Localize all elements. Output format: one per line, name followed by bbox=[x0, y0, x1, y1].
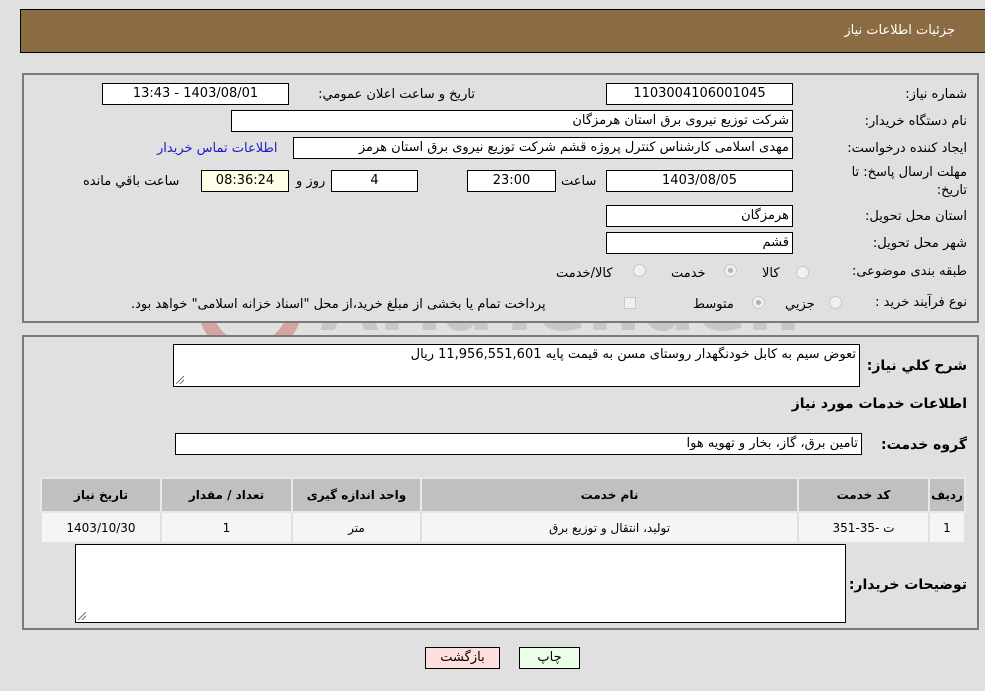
print-button[interactable]: چاپ bbox=[519, 647, 580, 669]
creator-label: ایجاد کننده درخواست: bbox=[847, 141, 967, 156]
table-header-row: ردیف کد خدمت نام خدمت واحد اندازه گیری ت… bbox=[40, 477, 966, 513]
category-option-goods-service: کالا/خدمت bbox=[556, 266, 613, 281]
table-row: 1 ت -35-351 تولید، انتقال و توزیع برق مت… bbox=[40, 511, 966, 544]
buyer-notes-label: توضیحات خریدار: bbox=[848, 577, 967, 593]
cell-service-name: تولید، انتقال و توزیع برق bbox=[420, 511, 799, 544]
creator-field: مهدی اسلامی کارشناس کنترل پروژه قشم شرکت… bbox=[293, 137, 793, 159]
back-button[interactable]: بازگشت bbox=[425, 647, 500, 669]
summary-label: شرح كلي نياز: bbox=[866, 358, 967, 374]
city-field: قشم bbox=[606, 232, 793, 254]
category-radio-goods-service[interactable] bbox=[633, 264, 646, 277]
cell-quantity: 1 bbox=[160, 511, 293, 544]
category-label: طبقه بندی موضوعی: bbox=[851, 264, 967, 279]
col-header-unit: واحد اندازه گیری bbox=[291, 477, 422, 513]
summary-text: تعوض سیم به کابل خودنگهدار روستای مسن به… bbox=[410, 347, 856, 362]
col-header-row-number: ردیف bbox=[928, 477, 966, 513]
category-option-goods: کالا bbox=[762, 266, 780, 281]
cell-unit: متر bbox=[291, 511, 422, 544]
need-number-label: شماره نیاز: bbox=[905, 87, 967, 102]
resize-handle-icon[interactable] bbox=[78, 612, 86, 620]
page-header: جزئیات اطلاعات نیاز bbox=[20, 9, 985, 53]
buyer-contact-link[interactable]: اطلاعات تماس خریدار bbox=[157, 141, 277, 156]
deadline-date-field: 1403/08/05 bbox=[606, 170, 793, 192]
remaining-time-label: ساعت باقي مانده bbox=[83, 174, 180, 189]
treasury-note: پرداخت تمام یا بخشی از مبلغ خرید،از محل … bbox=[131, 297, 546, 312]
announce-date-field: 1403/08/01 - 13:43 bbox=[102, 83, 289, 105]
page-title: جزئیات اطلاعات نیاز bbox=[844, 23, 955, 38]
category-radio-service[interactable] bbox=[724, 264, 737, 277]
buyer-notes-textarea[interactable] bbox=[75, 544, 846, 623]
col-header-quantity: تعداد / مقدار bbox=[160, 477, 293, 513]
deadline-time-field: 23:00 bbox=[467, 170, 556, 192]
cell-service-code: ت -35-351 bbox=[797, 511, 930, 544]
province-field: هرمزگان bbox=[606, 205, 793, 227]
summary-textarea[interactable]: تعوض سیم به کابل خودنگهدار روستای مسن به… bbox=[173, 344, 860, 387]
buyer-org-field: شرکت توزیع نیروی برق استان هرمزگان bbox=[231, 110, 793, 132]
category-option-service: خدمت bbox=[671, 266, 706, 281]
service-group-label: گروه خدمت: bbox=[881, 437, 967, 453]
days-label: روز و bbox=[296, 174, 326, 189]
treasury-checkbox[interactable] bbox=[624, 297, 636, 309]
province-label: استان محل تحویل: bbox=[865, 209, 967, 224]
deadline-time-label: ساعت bbox=[561, 174, 597, 189]
deadline-label: مهلت ارسال پاسخ: تا bbox=[851, 165, 967, 180]
col-header-service-name: نام خدمت bbox=[420, 477, 799, 513]
process-radio-minor[interactable] bbox=[829, 296, 842, 309]
service-group-field: تامین برق، گاز، بخار و تهویه هوا bbox=[175, 433, 862, 455]
announce-date-label: تاريخ و ساعت اعلان عمومي: bbox=[318, 87, 475, 102]
days-remaining-field: 4 bbox=[331, 170, 418, 192]
resize-handle-icon[interactable] bbox=[176, 376, 184, 384]
process-option-minor: جزيي bbox=[785, 297, 815, 312]
services-table: ردیف کد خدمت نام خدمت واحد اندازه گیری ت… bbox=[40, 477, 966, 544]
col-header-service-code: کد خدمت bbox=[797, 477, 930, 513]
cell-need-date: 1403/10/30 bbox=[40, 511, 162, 544]
process-label: نوع فرآیند خرید : bbox=[875, 295, 967, 310]
remaining-time-field: 08:36:24 bbox=[201, 170, 289, 192]
deadline-label-2: تاریخ: bbox=[936, 183, 967, 198]
city-label: شهر محل تحویل: bbox=[872, 236, 967, 251]
col-header-need-date: تاریخ نیاز bbox=[40, 477, 162, 513]
need-number-field: 1103004106001045 bbox=[606, 83, 793, 105]
buyer-org-label: نام دستگاه خریدار: bbox=[864, 114, 967, 129]
process-option-medium: متوسط bbox=[693, 297, 734, 312]
services-heading: اطلاعات خدمات مورد نیاز bbox=[791, 396, 967, 412]
process-radio-medium[interactable] bbox=[752, 296, 765, 309]
cell-row-number: 1 bbox=[928, 511, 966, 544]
category-radio-goods[interactable] bbox=[796, 266, 809, 279]
